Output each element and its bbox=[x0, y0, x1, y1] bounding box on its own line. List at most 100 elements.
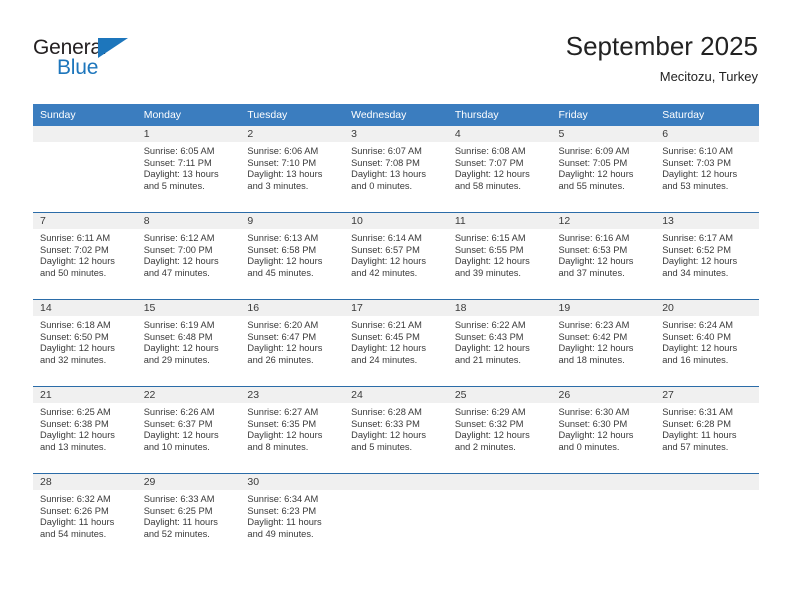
day-cell-inner: 21 Sunrise: 6:25 AM Sunset: 6:38 PM Dayligh… bbox=[33, 387, 137, 473]
page-subtitle: Mecitozu, Turkey bbox=[659, 69, 758, 84]
day-info-sunset: Sunset: 7:10 PM bbox=[247, 157, 317, 168]
calendar-day-cell[interactable]: 9 Sunrise: 6:13 AM Sunset: 6:58 PM Daylight… bbox=[240, 212, 345, 300]
day-info-sunset: Sunset: 6:30 PM bbox=[558, 418, 628, 429]
calendar-day-cell[interactable]: 23 Sunrise: 6:27 AM Sunset: 6:35 PM Dayligh… bbox=[240, 386, 345, 474]
day-cell-inner bbox=[655, 474, 759, 560]
calendar-day-cell[interactable]: 29 Sunrise: 6:33 AM Sunset: 6:25 PM Dayligh… bbox=[136, 473, 241, 560]
calendar-day-cell[interactable]: 2 Sunrise: 6:06 AM Sunset: 7:10 PM Daylight… bbox=[240, 126, 345, 213]
page-header: General Blue September 2025 Mecitozu, Tu… bbox=[0, 0, 792, 100]
day-number: 3 bbox=[344, 126, 448, 142]
day-info: Sunrise: 6:10 AM Sunset: 7:03 PM Daylight:… bbox=[655, 142, 759, 192]
day-info-sunset: Sunset: 6:40 PM bbox=[662, 331, 731, 342]
calendar-week-row: 21 Sunrise: 6:25 AM Sunset: 6:38 PM Dayligh… bbox=[33, 386, 759, 474]
day-info bbox=[655, 490, 759, 494]
day-info: Sunrise: 6:14 AM Sunset: 6:57 PM Daylight:… bbox=[344, 229, 448, 279]
calendar-week-row: 1 Sunrise: 6:05 AM Sunset: 7:11 PM Daylight… bbox=[33, 126, 759, 213]
calendar-day-cell[interactable]: 6 Sunrise: 6:10 AM Sunset: 7:03 PM Daylight… bbox=[655, 126, 759, 213]
calendar-day-cell[interactable]: 27 Sunrise: 6:31 AM Sunset: 6:28 PM Dayligh… bbox=[655, 386, 759, 474]
day-info-sunset: Sunset: 6:58 PM bbox=[247, 244, 317, 255]
day-number bbox=[33, 126, 137, 142]
day-info: Sunrise: 6:33 AM Sunset: 6:25 PM Daylight:… bbox=[137, 490, 241, 540]
day-info-daylight2: and 39 minutes. bbox=[454, 267, 521, 278]
day-number: 25 bbox=[447, 387, 552, 403]
day-info-sunrise: Sunrise: 6:17 AM bbox=[662, 233, 734, 243]
day-info-daylight1: Daylight: 13 hours bbox=[143, 169, 219, 180]
calendar-day-cell[interactable]: 28 Sunrise: 6:32 AM Sunset: 6:26 PM Dayligh… bbox=[33, 473, 137, 560]
day-info-sunset: Sunset: 6:48 PM bbox=[143, 331, 213, 342]
calendar-day-cell[interactable]: 5 Sunrise: 6:09 AM Sunset: 7:05 PM Daylight… bbox=[551, 126, 656, 213]
day-cell-inner: 25 Sunrise: 6:29 AM Sunset: 6:32 PM Dayligh… bbox=[447, 387, 552, 473]
calendar-day-cell[interactable]: 24 Sunrise: 6:28 AM Sunset: 6:33 PM Dayligh… bbox=[344, 386, 448, 474]
day-info-sunrise: Sunrise: 6:05 AM bbox=[143, 146, 215, 156]
day-cell-inner bbox=[551, 474, 656, 560]
day-info: Sunrise: 6:07 AM Sunset: 7:08 PM Daylight:… bbox=[344, 142, 448, 192]
day-number: 26 bbox=[551, 387, 656, 403]
day-info-sunset: Sunset: 6:57 PM bbox=[351, 244, 420, 255]
calendar-day-cell[interactable]: 4 Sunrise: 6:08 AM Sunset: 7:07 PM Daylight… bbox=[447, 126, 552, 213]
day-info: Sunrise: 6:28 AM Sunset: 6:33 PM Daylight:… bbox=[344, 403, 448, 453]
calendar-day-cell[interactable]: 20 Sunrise: 6:24 AM Sunset: 6:40 PM Dayligh… bbox=[655, 299, 759, 387]
day-info-daylight1: Daylight: 13 hours bbox=[351, 169, 427, 180]
day-info-sunset: Sunset: 6:37 PM bbox=[143, 418, 213, 429]
day-number bbox=[344, 474, 448, 490]
calendar-day-cell[interactable]: 7 Sunrise: 6:11 AM Sunset: 7:02 PM Daylight… bbox=[33, 212, 137, 300]
calendar-day-cell[interactable]: 12 Sunrise: 6:16 AM Sunset: 6:53 PM Dayligh… bbox=[551, 212, 656, 300]
calendar-day-cell[interactable]: 21 Sunrise: 6:25 AM Sunset: 6:38 PM Dayligh… bbox=[33, 386, 137, 474]
day-info-sunrise: Sunrise: 6:20 AM bbox=[247, 320, 319, 330]
day-info-sunrise: Sunrise: 6:25 AM bbox=[40, 407, 111, 417]
day-info-daylight1: Daylight: 12 hours bbox=[40, 343, 115, 354]
calendar-day-cell[interactable]: 8 Sunrise: 6:12 AM Sunset: 7:00 PM Daylight… bbox=[136, 212, 241, 300]
calendar-day-cell[interactable]: 19 Sunrise: 6:23 AM Sunset: 6:42 PM Dayligh… bbox=[551, 299, 656, 387]
day-number: 11 bbox=[447, 213, 552, 229]
day-info-daylight2: and 5 minutes. bbox=[143, 180, 205, 191]
day-info-sunset: Sunset: 6:43 PM bbox=[454, 331, 524, 342]
calendar-day-cell[interactable]: 18 Sunrise: 6:22 AM Sunset: 6:43 PM Dayligh… bbox=[447, 299, 552, 387]
day-info-daylight1: Daylight: 12 hours bbox=[454, 343, 530, 354]
logo-triangle-icon bbox=[98, 38, 128, 58]
calendar-day-cell[interactable]: 22 Sunrise: 6:26 AM Sunset: 6:37 PM Dayligh… bbox=[136, 386, 241, 474]
calendar-day-cell[interactable]: 14 Sunrise: 6:18 AM Sunset: 6:50 PM Dayligh… bbox=[33, 299, 137, 387]
day-info-daylight2: and 26 minutes. bbox=[247, 354, 314, 365]
day-number: 15 bbox=[136, 300, 241, 316]
day-info-daylight2: and 54 minutes. bbox=[40, 528, 107, 539]
day-info-daylight1: Daylight: 12 hours bbox=[662, 169, 738, 180]
day-cell-inner: 20 Sunrise: 6:24 AM Sunset: 6:40 PM Dayligh… bbox=[655, 300, 759, 386]
day-info: Sunrise: 6:34 AM Sunset: 6:23 PM Daylight:… bbox=[240, 490, 344, 540]
calendar-day-cell[interactable]: 1 Sunrise: 6:05 AM Sunset: 7:11 PM Daylight… bbox=[136, 126, 241, 213]
day-number: 17 bbox=[344, 300, 448, 316]
calendar-day-cell[interactable]: 15 Sunrise: 6:19 AM Sunset: 6:48 PM Dayligh… bbox=[136, 299, 241, 387]
calendar-empty-cell bbox=[33, 126, 137, 213]
day-number: 13 bbox=[655, 213, 759, 229]
weekday-header-monday: Monday bbox=[136, 104, 241, 126]
calendar-empty-cell bbox=[655, 473, 759, 560]
calendar-day-cell[interactable]: 30 Sunrise: 6:34 AM Sunset: 6:23 PM Dayligh… bbox=[240, 473, 345, 560]
day-cell-inner: 17 Sunrise: 6:21 AM Sunset: 6:45 PM Dayligh… bbox=[344, 300, 448, 386]
day-number: 27 bbox=[655, 387, 759, 403]
day-info-daylight2: and 52 minutes. bbox=[143, 528, 210, 539]
calendar-day-cell[interactable]: 10 Sunrise: 6:14 AM Sunset: 6:57 PM Dayligh… bbox=[344, 212, 448, 300]
calendar-day-cell[interactable]: 25 Sunrise: 6:29 AM Sunset: 6:32 PM Dayligh… bbox=[447, 386, 552, 474]
day-info-daylight1: Daylight: 11 hours bbox=[662, 430, 737, 441]
day-info-daylight2: and 2 minutes. bbox=[454, 441, 516, 452]
calendar-day-cell[interactable]: 3 Sunrise: 6:07 AM Sunset: 7:08 PM Daylight… bbox=[344, 126, 448, 213]
calendar-day-cell[interactable]: 16 Sunrise: 6:20 AM Sunset: 6:47 PM Dayligh… bbox=[240, 299, 345, 387]
day-info-daylight2: and 45 minutes. bbox=[247, 267, 314, 278]
day-cell-inner: 22 Sunrise: 6:26 AM Sunset: 6:37 PM Dayligh… bbox=[136, 387, 241, 473]
day-cell-inner: 5 Sunrise: 6:09 AM Sunset: 7:05 PM Daylight… bbox=[551, 126, 656, 212]
day-cell-inner: 2 Sunrise: 6:06 AM Sunset: 7:10 PM Daylight… bbox=[240, 126, 345, 212]
day-cell-inner: 14 Sunrise: 6:18 AM Sunset: 6:50 PM Dayligh… bbox=[33, 300, 137, 386]
day-number: 28 bbox=[33, 474, 137, 490]
day-info: Sunrise: 6:09 AM Sunset: 7:05 PM Daylight:… bbox=[552, 142, 656, 192]
calendar-day-cell[interactable]: 26 Sunrise: 6:30 AM Sunset: 6:30 PM Dayligh… bbox=[551, 386, 656, 474]
calendar-header-row: Sunday Monday Tuesday Wednesday Thursday… bbox=[33, 104, 759, 126]
day-info-sunrise: Sunrise: 6:30 AM bbox=[558, 407, 630, 417]
day-info: Sunrise: 6:17 AM Sunset: 6:52 PM Daylight:… bbox=[655, 229, 759, 279]
day-info-sunset: Sunset: 6:26 PM bbox=[40, 505, 109, 516]
day-info-sunset: Sunset: 6:47 PM bbox=[247, 331, 317, 342]
calendar-day-cell[interactable]: 13 Sunrise: 6:17 AM Sunset: 6:52 PM Dayligh… bbox=[655, 212, 759, 300]
calendar-day-cell[interactable]: 11 Sunrise: 6:15 AM Sunset: 6:55 PM Dayligh… bbox=[447, 212, 552, 300]
day-info: Sunrise: 6:13 AM Sunset: 6:58 PM Daylight:… bbox=[240, 229, 344, 279]
day-info: Sunrise: 6:31 AM Sunset: 6:28 PM Daylight:… bbox=[655, 403, 759, 453]
page-title: September 2025 bbox=[565, 31, 758, 61]
calendar-day-cell[interactable]: 17 Sunrise: 6:21 AM Sunset: 6:45 PM Dayligh… bbox=[344, 299, 448, 387]
